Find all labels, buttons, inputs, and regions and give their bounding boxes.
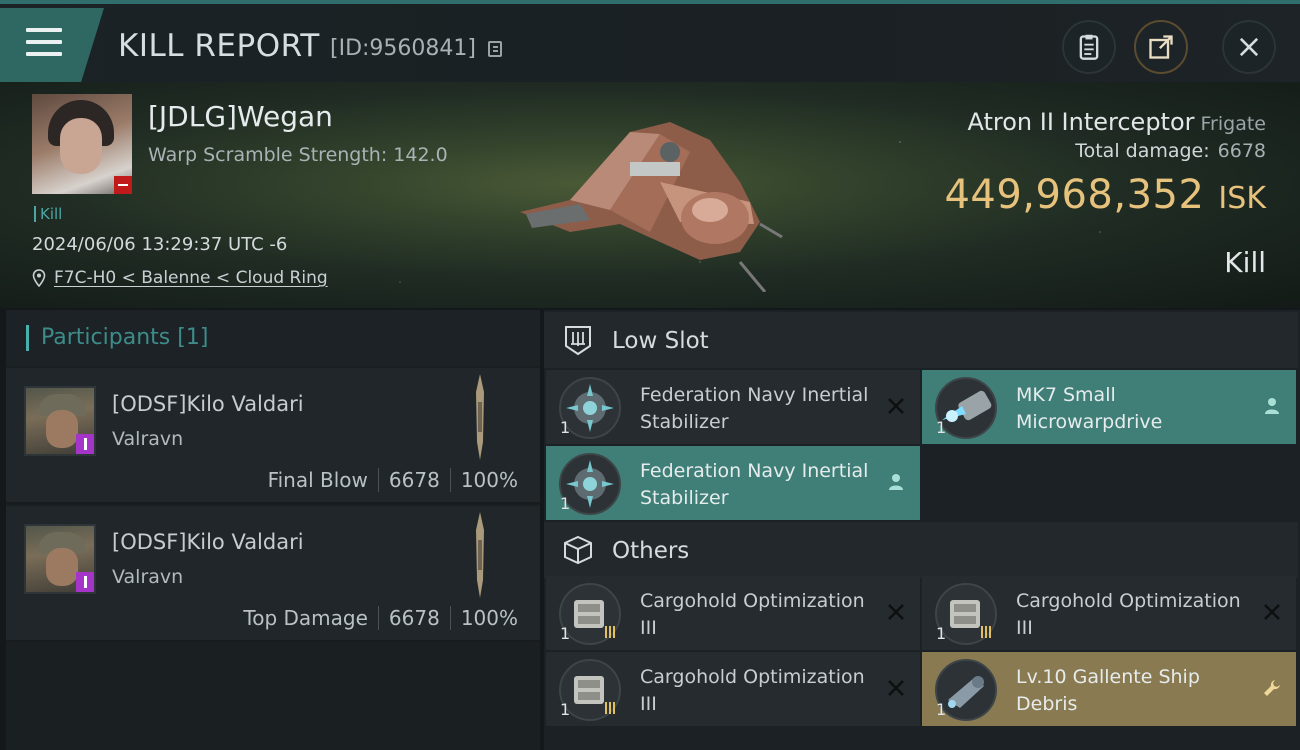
module-name: Federation Navy Inertial Stabilizer bbox=[640, 460, 869, 509]
menu-button[interactable] bbox=[0, 8, 104, 82]
info-badge-icon bbox=[76, 434, 94, 454]
kill-summary-banner: [JDLG]Wegan Warp Scramble Strength: 142.… bbox=[0, 82, 1300, 308]
participant-stats: Final Blow 6678 100% bbox=[258, 468, 528, 492]
kill-location-link[interactable]: F7C-H0 < Balenne < Cloud Ring bbox=[32, 268, 328, 288]
wrench-icon bbox=[1264, 680, 1280, 696]
total-damage-value: 6678 bbox=[1217, 140, 1266, 162]
loss-badge-icon bbox=[114, 176, 132, 194]
destroyed-x-icon bbox=[888, 604, 904, 620]
participant-damage: 6678 bbox=[377, 606, 450, 630]
low-slot-header: Low Slot bbox=[544, 312, 1298, 368]
participant-avatar[interactable] bbox=[24, 386, 96, 456]
isk-value: 449,968,352 ISK bbox=[944, 172, 1266, 218]
module-item[interactable]: 1 Cargohold Optimization III bbox=[546, 652, 920, 726]
module-qty: 1 bbox=[936, 700, 947, 719]
destroyed-x-icon bbox=[888, 680, 904, 696]
module-qty: 1 bbox=[936, 624, 947, 643]
report-id: [ID:9560841] bbox=[330, 36, 476, 61]
module-qty: 1 bbox=[560, 494, 571, 513]
low-slot-icon bbox=[565, 326, 591, 356]
destroyed-x-icon bbox=[888, 398, 904, 414]
participant-role: Top Damage bbox=[243, 606, 368, 630]
module-name: MK7 Small Microwarpdrive bbox=[1016, 384, 1163, 433]
module-name: Lv.10 Gallente Ship Debris bbox=[1016, 666, 1200, 715]
info-badge-icon bbox=[76, 572, 94, 592]
module-qty: 1 bbox=[560, 700, 571, 719]
kill-datetime: 2024/06/06 13:29:37 UTC -6 bbox=[32, 234, 288, 255]
module-item[interactable]: 1 Cargohold Optimization III bbox=[922, 576, 1296, 650]
close-icon bbox=[1239, 37, 1259, 57]
victim-name[interactable]: [JDLG]Wegan bbox=[148, 100, 333, 133]
participant-row[interactable]: [ODSF]Kilo Valdari Valravn Final Blow 66… bbox=[6, 368, 540, 504]
participant-name: [ODSF]Kilo Valdari bbox=[112, 392, 304, 416]
participant-damage: 6678 bbox=[377, 468, 450, 492]
total-damage-label: Total damage: bbox=[1075, 140, 1210, 162]
share-icon bbox=[1149, 35, 1173, 59]
participants-title: Participants [1] bbox=[26, 325, 208, 351]
participant-name: [ODSF]Kilo Valdari bbox=[112, 530, 304, 554]
destroyed-x-icon bbox=[1264, 604, 1280, 620]
share-button[interactable] bbox=[1134, 20, 1188, 74]
clipboard-button[interactable] bbox=[1062, 20, 1116, 74]
isk-unit: ISK bbox=[1218, 181, 1266, 216]
module-qty: 1 bbox=[560, 624, 571, 643]
module-item[interactable]: 1 Federation Navy Inertial Stabilizer bbox=[546, 446, 920, 520]
fitting-panel: Low Slot 1 Federation Navy Inertial Stab… bbox=[544, 310, 1300, 750]
location-pin-icon bbox=[32, 269, 46, 287]
ship-image bbox=[520, 122, 783, 292]
dropped-person-icon bbox=[889, 474, 903, 490]
clipboard-icon bbox=[1079, 34, 1099, 60]
ship-class: Frigate bbox=[1200, 113, 1266, 135]
others-header: Others bbox=[544, 522, 1298, 578]
dropped-person-icon bbox=[1265, 398, 1279, 414]
page-title: KILL REPORT bbox=[118, 28, 320, 64]
participant-ship: Valravn bbox=[112, 428, 184, 450]
module-item[interactable]: 1 MK7 Small Microwarpdrive bbox=[922, 370, 1296, 444]
module-qty: 1 bbox=[560, 418, 571, 437]
ship-silhouette-icon bbox=[476, 512, 484, 598]
participant-ship: Valravn bbox=[112, 566, 184, 588]
participant-role: Final Blow bbox=[267, 468, 368, 492]
participants-panel: Participants [1] [ODSF]Kilo Valdari Valr… bbox=[6, 310, 540, 750]
total-damage: Total damage: 6678 bbox=[1075, 140, 1266, 162]
isk-amount: 449,968,352 bbox=[944, 172, 1205, 218]
participant-percent: 100% bbox=[449, 468, 528, 492]
others-title: Others bbox=[612, 538, 690, 564]
participants-header: Participants [1] bbox=[6, 310, 540, 366]
ship-name-line[interactable]: Atron II Interceptor Frigate bbox=[968, 108, 1267, 136]
participant-row[interactable]: [ODSF]Kilo Valdari Valravn Top Damage 66… bbox=[6, 506, 540, 642]
location-text: F7C-H0 < Balenne < Cloud Ring bbox=[54, 268, 328, 288]
ship-name: Atron II Interceptor bbox=[967, 108, 1195, 136]
kill-tag: Kill bbox=[34, 206, 62, 222]
victim-avatar[interactable] bbox=[32, 94, 132, 194]
module-name: Cargohold Optimization III bbox=[640, 590, 865, 639]
low-slot-title: Low Slot bbox=[612, 328, 709, 354]
copy-icon[interactable] bbox=[488, 41, 502, 57]
module-item[interactable]: 1 Federation Navy Inertial Stabilizer bbox=[546, 370, 920, 444]
participant-percent: 100% bbox=[449, 606, 528, 630]
cube-icon bbox=[564, 535, 592, 565]
participant-avatar[interactable] bbox=[24, 524, 96, 594]
ship-silhouette-icon bbox=[476, 374, 484, 460]
top-bar: KILL REPORT [ID:9560841] bbox=[0, 0, 1300, 82]
close-button[interactable] bbox=[1222, 20, 1276, 74]
module-item[interactable]: 1 Cargohold Optimization III bbox=[546, 576, 920, 650]
module-qty: 1 bbox=[936, 418, 947, 437]
module-name: Federation Navy Inertial Stabilizer bbox=[640, 384, 869, 433]
module-name: Cargohold Optimization III bbox=[1016, 590, 1241, 639]
module-item[interactable]: 1 Lv.10 Gallente Ship Debris bbox=[922, 652, 1296, 726]
result-label: Kill bbox=[1224, 246, 1266, 279]
participant-stats: Top Damage 6678 100% bbox=[233, 606, 528, 630]
module-name: Cargohold Optimization III bbox=[640, 666, 865, 715]
hamburger-icon bbox=[26, 28, 62, 58]
warp-scramble-strength: Warp Scramble Strength: 142.0 bbox=[148, 144, 448, 166]
